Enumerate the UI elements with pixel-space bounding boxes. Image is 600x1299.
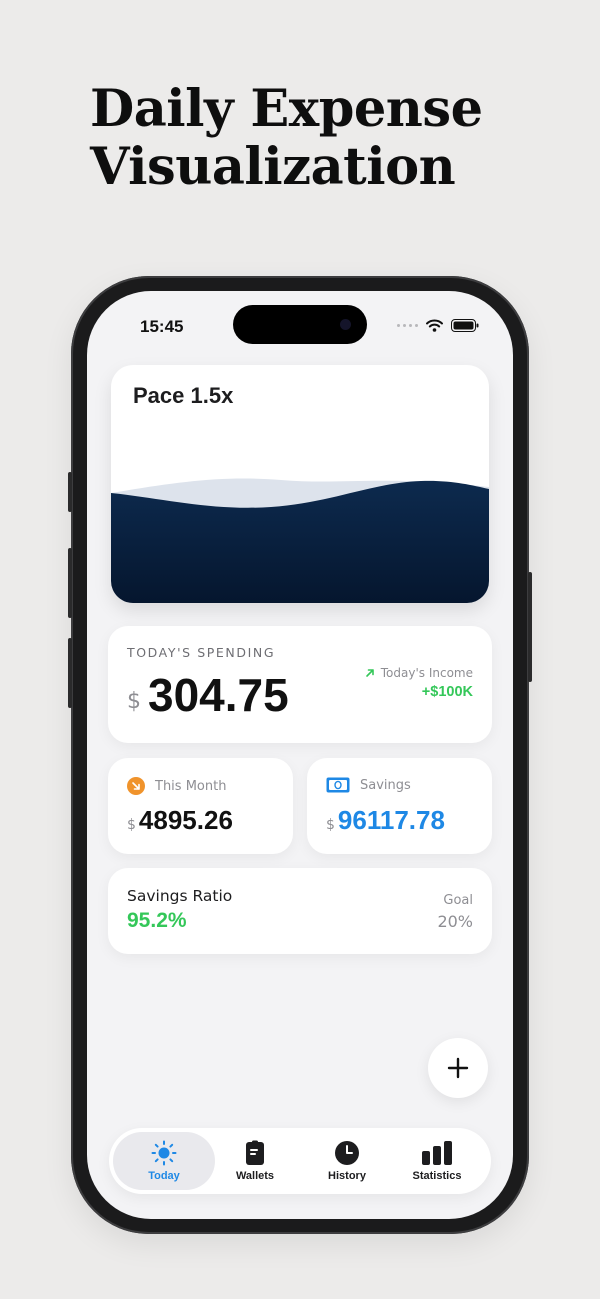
banknote-icon — [326, 777, 350, 793]
spending-label: TODAY'S SPENDING — [127, 645, 276, 660]
savings-currency: $ — [326, 817, 335, 833]
tab-history-label: History — [328, 1170, 366, 1182]
todays-spending-card[interactable]: TODAY'S SPENDING $ 304.75 Today's Income… — [108, 626, 492, 743]
this-month-header: This Month — [127, 777, 226, 795]
savings-ratio-card[interactable]: Savings Ratio 95.2% Goal 20% — [108, 868, 492, 954]
action-button — [68, 472, 72, 512]
goal-label: Goal — [443, 893, 473, 908]
dynamic-island — [233, 305, 367, 344]
arrow-down-right-circle-icon — [127, 777, 145, 795]
tab-statistics[interactable]: Statistics — [391, 1132, 483, 1190]
this-month-amount: 4895.26 — [138, 805, 233, 835]
bar-chart-icon — [422, 1141, 452, 1165]
income-label: Today's Income — [380, 666, 473, 680]
app-screen: 15:45 Pace 1.5x TODAY'S SPENDING $ 304.7… — [87, 291, 513, 1219]
tab-history[interactable]: History — [301, 1132, 393, 1190]
tab-bar: Today Wallets History Statistics — [109, 1128, 491, 1194]
clock-icon — [335, 1141, 359, 1165]
pace-card[interactable]: Pace 1.5x — [111, 365, 489, 603]
savings-ratio-label: Savings Ratio — [127, 887, 233, 905]
headline: Daily Expense Visualization — [90, 80, 570, 196]
goal-value: 20% — [437, 912, 473, 931]
tab-today[interactable]: Today — [113, 1132, 215, 1190]
income-label-row: Today's Income — [365, 666, 473, 680]
arrow-up-right-icon — [365, 669, 374, 677]
tab-wallets[interactable]: Wallets — [209, 1132, 301, 1190]
this-month-currency: $ — [127, 817, 136, 833]
headline-line-1: Daily Expense — [90, 79, 483, 139]
phone-frame: 15:45 Pace 1.5x TODAY'S SPENDING $ 304.7… — [68, 276, 532, 1234]
signal-icon — [397, 324, 418, 327]
tab-statistics-label: Statistics — [412, 1170, 462, 1182]
add-expense-button[interactable] — [428, 1038, 488, 1098]
wallet-icon — [246, 1140, 264, 1165]
headline-line-2: Visualization — [90, 137, 456, 197]
status-time: 15:45 — [140, 317, 184, 336]
savings-card[interactable]: Savings $ 96117.78 — [307, 758, 492, 854]
spending-amount: 304.75 — [148, 669, 289, 721]
sun-icon — [151, 1140, 177, 1166]
this-month-label: This Month — [155, 778, 227, 794]
status-indicators — [397, 319, 479, 332]
power-button — [528, 572, 532, 682]
pace-title: Pace 1.5x — [133, 383, 234, 408]
plus-icon — [447, 1057, 469, 1079]
this-month-card[interactable]: This Month $ 4895.26 — [108, 758, 293, 854]
savings-header: Savings — [326, 777, 411, 793]
savings-label: Savings — [360, 777, 411, 793]
savings-amount: 96117.78 — [337, 805, 445, 835]
camera-icon — [340, 319, 351, 330]
wifi-icon — [426, 319, 443, 332]
this-month-value: $ 4895.26 — [127, 805, 233, 836]
savings-value: $ 96117.78 — [326, 805, 445, 836]
savings-ratio-value: 95.2% — [127, 909, 187, 932]
volume-down-button — [68, 638, 72, 708]
tab-wallets-label: Wallets — [235, 1170, 275, 1182]
volume-up-button — [68, 548, 72, 618]
spending-currency: $ — [127, 689, 141, 714]
tab-today-label: Today — [148, 1170, 180, 1182]
income-value: +$100K — [421, 684, 473, 700]
battery-icon — [451, 319, 479, 332]
